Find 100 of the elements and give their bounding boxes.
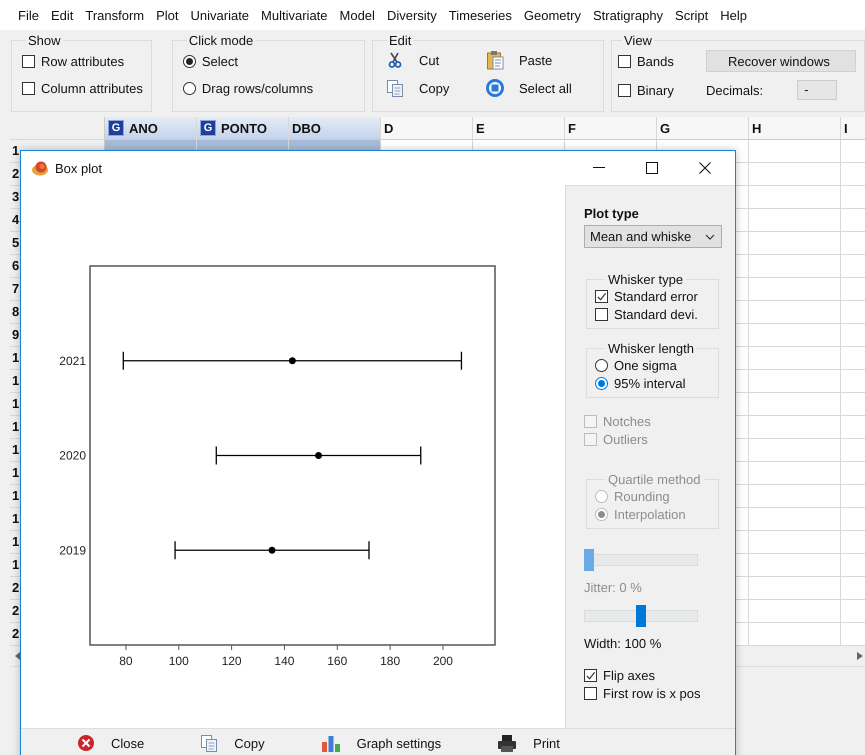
checkbox[interactable] bbox=[584, 668, 597, 682]
radio-label: Select bbox=[202, 54, 238, 68]
ring-icon bbox=[485, 78, 505, 98]
checkbox-label: Column attributes bbox=[41, 80, 143, 96]
category-label: 2020 bbox=[59, 448, 86, 462]
slider[interactable] bbox=[584, 605, 698, 627]
column-title: E bbox=[476, 120, 485, 136]
group-title: View bbox=[623, 33, 653, 48]
bar-chart-icon bbox=[320, 734, 341, 752]
graph-settings-button[interactable]: Graph settings bbox=[320, 729, 442, 751]
menu-item[interactable]: Model bbox=[334, 8, 381, 22]
menu-item[interactable]: Univariate bbox=[184, 8, 256, 22]
checkbox[interactable] bbox=[584, 686, 597, 700]
tick-label: 180 bbox=[380, 654, 400, 668]
group-title: Show bbox=[27, 33, 62, 48]
scroll-right-icon[interactable] bbox=[857, 652, 863, 660]
menu-item[interactable]: Multivariate bbox=[255, 8, 334, 22]
column-header[interactable]: H bbox=[749, 117, 841, 140]
print-button[interactable]: Print bbox=[497, 729, 560, 751]
column-header[interactable]: DBO bbox=[289, 117, 381, 140]
checkbox-label: Notches bbox=[603, 414, 651, 428]
minimize-icon bbox=[593, 167, 605, 169]
column-title: DBO bbox=[292, 120, 321, 136]
menu-item[interactable]: Edit bbox=[44, 8, 80, 22]
checkbox[interactable] bbox=[595, 308, 608, 320]
radio-label: 95% interval bbox=[614, 376, 686, 390]
column-title: F bbox=[568, 120, 576, 136]
menu-item[interactable]: Plot bbox=[150, 8, 185, 22]
cut-button[interactable]: Cut bbox=[385, 49, 485, 71]
mean-point bbox=[288, 357, 296, 364]
close-icon bbox=[699, 162, 711, 174]
close-button[interactable]: Close bbox=[77, 729, 144, 751]
checkbox-label: Standard devi. bbox=[614, 306, 698, 322]
column-header[interactable]: E bbox=[473, 117, 565, 140]
radio-button[interactable] bbox=[595, 358, 608, 372]
scissors-icon bbox=[386, 51, 404, 69]
checkbox-label: First row is x pos bbox=[603, 686, 701, 700]
select-all-button[interactable]: Select all bbox=[485, 77, 595, 99]
copy-icon bbox=[200, 734, 218, 752]
chevron-down-icon bbox=[705, 234, 715, 240]
radio-button[interactable] bbox=[182, 82, 196, 94]
menu-item[interactable]: Transform bbox=[79, 8, 150, 22]
checkbox[interactable] bbox=[618, 54, 631, 68]
mean-point bbox=[268, 546, 276, 554]
menu-item[interactable]: Geometry bbox=[518, 8, 587, 22]
decimals-label: Decimals: bbox=[706, 82, 764, 98]
checkbox-label: Bands bbox=[637, 54, 674, 68]
copy-button[interactable]: Copy bbox=[385, 77, 485, 99]
group-title: Edit bbox=[388, 33, 412, 48]
printer-icon bbox=[497, 734, 518, 752]
column-header[interactable]: F bbox=[565, 117, 657, 140]
tick-label: 160 bbox=[327, 654, 348, 668]
column-title: H bbox=[752, 120, 762, 136]
copy-button[interactable]: Copy bbox=[200, 729, 265, 751]
column-header[interactable]: D bbox=[381, 117, 473, 140]
checkbox-label: Outliers bbox=[603, 432, 648, 446]
radio-button[interactable] bbox=[182, 54, 196, 68]
plot-type-dropdown[interactable]: Mean and whiske bbox=[584, 225, 722, 248]
checkbox[interactable] bbox=[22, 54, 35, 68]
column-title: D bbox=[384, 120, 394, 136]
group-title: Click mode bbox=[188, 33, 254, 48]
radio-label: Rounding bbox=[614, 488, 670, 504]
checkbox[interactable] bbox=[595, 290, 608, 302]
group-title: Quartile method bbox=[607, 472, 702, 487]
radio-button[interactable] bbox=[595, 376, 608, 390]
category-label: 2019 bbox=[59, 543, 86, 558]
mean-point bbox=[315, 452, 322, 459]
group-title: Whisker type bbox=[607, 272, 684, 287]
decimals-dropdown[interactable]: - bbox=[797, 80, 838, 100]
recover-windows-button[interactable]: Recover windows bbox=[706, 50, 856, 72]
window-title: Box plot bbox=[55, 160, 102, 176]
group-title: Whisker length bbox=[607, 341, 695, 356]
checkbox[interactable] bbox=[22, 82, 35, 94]
app-icon bbox=[31, 160, 49, 176]
slider-caption: Width: 100 % bbox=[584, 636, 662, 651]
clipboard-icon bbox=[486, 50, 504, 70]
slider-caption: Jitter: 0 % bbox=[584, 580, 642, 595]
menu-item[interactable]: Diversity bbox=[380, 8, 443, 22]
menu-item[interactable]: Timeseries bbox=[442, 8, 518, 22]
checkbox-label: Row attributes bbox=[41, 54, 124, 68]
paste-button[interactable]: Paste bbox=[485, 49, 595, 71]
column-header[interactable]: G ANO bbox=[105, 117, 197, 140]
menu-item[interactable]: Script bbox=[669, 8, 714, 22]
column-title: G bbox=[660, 120, 670, 136]
menu-item[interactable]: Stratigraphy bbox=[586, 8, 670, 22]
category-label: 2021 bbox=[59, 354, 86, 368]
menu-item[interactable]: File bbox=[12, 8, 45, 22]
column-header[interactable]: G PONTO bbox=[197, 117, 289, 140]
radio-label: Interpolation bbox=[614, 506, 686, 522]
checkbox[interactable] bbox=[618, 84, 631, 96]
checkbox-label: Standard error bbox=[614, 288, 698, 304]
column-title: I bbox=[844, 120, 848, 136]
close-icon bbox=[77, 734, 95, 752]
menu-item[interactable]: Help bbox=[714, 8, 754, 22]
radio-label: One sigma bbox=[614, 358, 677, 372]
group-badge: G bbox=[200, 120, 216, 136]
tick-label: 200 bbox=[432, 654, 453, 668]
column-header[interactable]: I bbox=[841, 117, 865, 140]
slider-thumb[interactable] bbox=[636, 605, 646, 627]
column-header[interactable]: G bbox=[657, 117, 749, 140]
